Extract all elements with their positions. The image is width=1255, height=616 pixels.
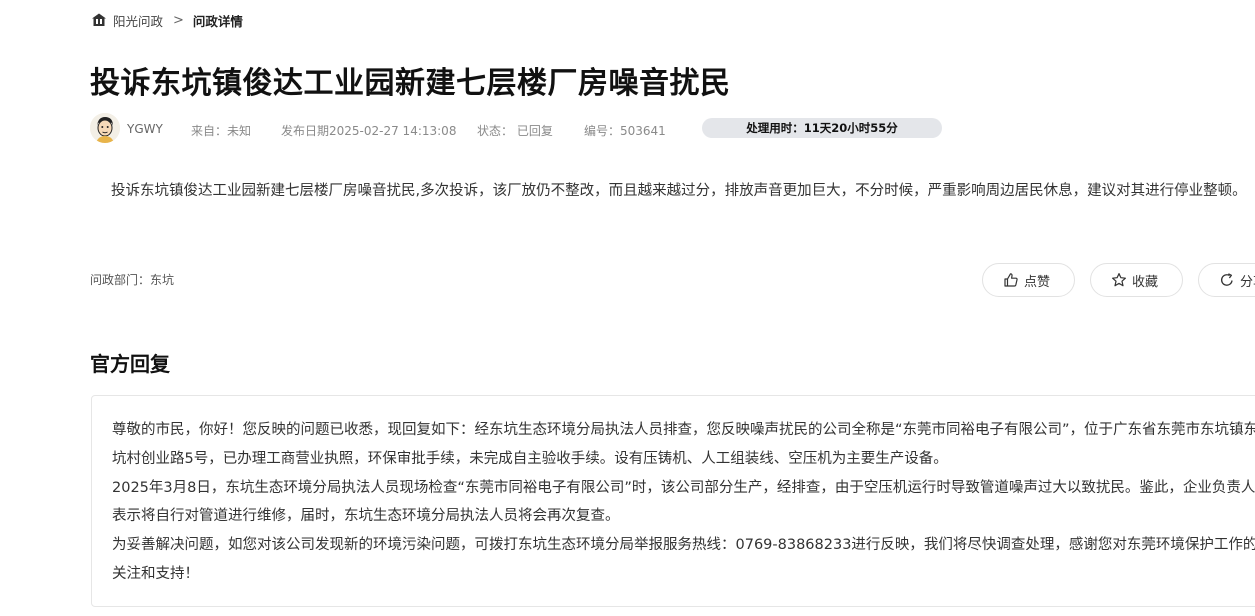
reply-heading: 官方回复 — [90, 352, 170, 376]
share-label: 分享 — [1240, 274, 1255, 290]
reply-content: 尊敬的市民，你好！您反映的问题已收悉，现回复如下：经东坑生态环境分局执法人员排查… — [112, 416, 1255, 589]
department-label: 问政部门：东坑 — [90, 273, 175, 287]
question-content: 投诉东坑镇俊达工业园新建七层楼厂房噪音扰民,多次投诉，该厂放仍不整改，而且越来越… — [111, 183, 1247, 199]
post-source: 来自：未知 — [191, 124, 252, 138]
post-status: 状态： 已回复 — [477, 124, 553, 138]
reply-paragraph: 尊敬的市民，你好！您反映的问题已收悉，现回复如下：经东坑生态环境分局执法人员排查… — [112, 422, 1255, 467]
reply-paragraph: 2025年3月8日，东坑生态环境分局执法人员现场检查“东莞市同裕电子有限公司”时… — [112, 479, 1255, 525]
page-title: 投诉东坑镇俊达工业园新建七层楼厂房噪音扰民 — [90, 66, 731, 101]
share-icon — [1219, 272, 1235, 288]
like-label: 点赞 — [1024, 274, 1051, 290]
reply-box: 尊敬的市民，你好！您反映的问题已收悉，现回复如下：经东坑生态环境分局执法人员排查… — [91, 395, 1255, 607]
thumbs-up-icon — [1003, 272, 1019, 288]
avatar — [90, 113, 120, 143]
home-icon[interactable] — [91, 12, 107, 28]
breadcrumb-separator: > — [173, 12, 184, 28]
post-date: 发布日期2025-02-27 14:13:08 — [281, 124, 457, 138]
post-meta: YGWY 来自：未知 发布日期2025-02-27 14:13:08 状态： 已… — [90, 113, 1250, 143]
reply-paragraph: 为妥善解决问题，如您对该公司发现新的环境污染问题，可拨打东坑生态环境分局举报服务… — [112, 537, 1255, 582]
breadcrumb-current: 问政详情 — [192, 13, 243, 29]
favorite-label: 收藏 — [1132, 274, 1159, 290]
star-icon — [1111, 272, 1127, 288]
breadcrumb: 阳光问政 > 问政详情 — [91, 10, 243, 30]
favorite-button[interactable]: 收藏 — [1090, 263, 1183, 297]
share-button[interactable]: 分享 — [1198, 263, 1255, 297]
elapsed-time-badge: 处理用时：11天20小时55分 — [702, 118, 942, 138]
like-button[interactable]: 点赞 — [982, 263, 1075, 297]
breadcrumb-home-link[interactable]: 阳光问政 — [113, 11, 163, 30]
username[interactable]: YGWY — [127, 122, 163, 136]
post-number: 编号：503641 — [584, 124, 666, 138]
